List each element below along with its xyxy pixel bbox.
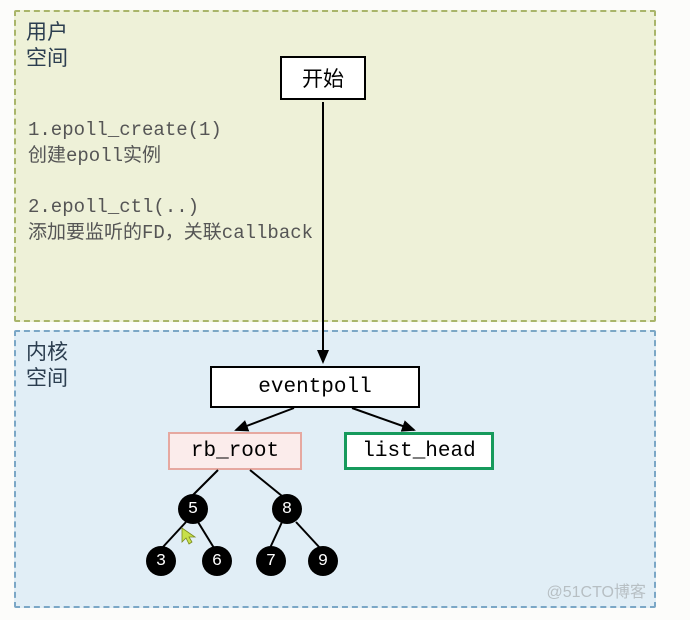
eventpoll-box: eventpoll xyxy=(210,366,420,408)
tree-node-6: 6 xyxy=(202,546,232,576)
tree-node-5: 5 xyxy=(178,494,208,524)
list-head-label: list_head xyxy=(362,440,475,463)
rb-root-label: rb_root xyxy=(191,440,279,463)
tree-node-7: 7 xyxy=(256,546,286,576)
steps-text: 1.epoll_create(1) 创建epoll实例 2.epoll_ctl(… xyxy=(28,118,313,246)
zone-kernel-title-l2: 空间 xyxy=(26,367,68,390)
eventpoll-label: eventpoll xyxy=(258,376,371,399)
tree-node-9: 9 xyxy=(308,546,338,576)
start-box: 开始 xyxy=(280,56,366,100)
tree-node-8: 8 xyxy=(272,494,302,524)
zone-kernel-title-l1: 内核 xyxy=(26,341,68,364)
rb-root-box: rb_root xyxy=(168,432,302,470)
zone-user-title-l1: 用户 xyxy=(26,21,68,44)
zone-kernel-title: 内核 空间 xyxy=(26,340,68,393)
start-label: 开始 xyxy=(302,63,344,93)
watermark: @51CTO博客 xyxy=(546,578,646,602)
zone-user-title-l2: 空间 xyxy=(26,47,68,70)
tree-node-3: 3 xyxy=(146,546,176,576)
list-head-box: list_head xyxy=(344,432,494,470)
diagram-main: 用户 空间 1.epoll_create(1) 创建epoll实例 2.epol… xyxy=(14,10,656,608)
zone-user-title: 用户 空间 xyxy=(26,20,68,73)
